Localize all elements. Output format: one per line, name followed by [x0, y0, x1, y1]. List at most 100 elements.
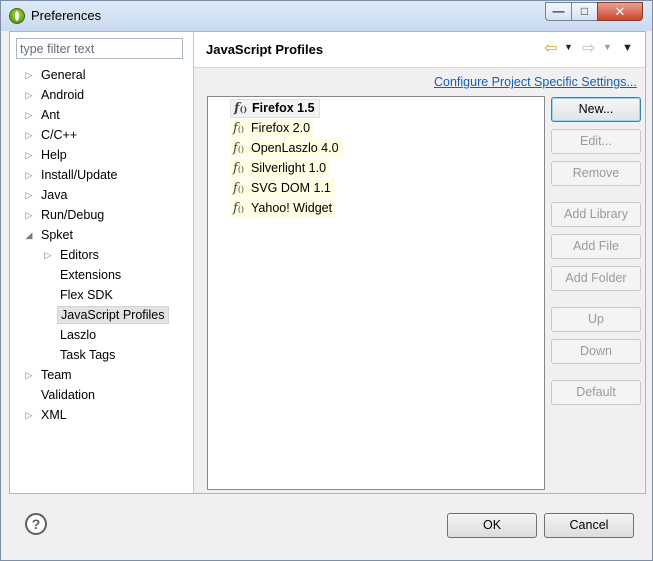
tree-item-label: Editors — [60, 248, 99, 262]
tree-collapsed-icon[interactable]: ▷ — [24, 205, 34, 225]
view-menu-icon[interactable]: ▼ — [622, 42, 633, 54]
profile-name: SVG DOM 1.1 — [251, 181, 331, 195]
remove-button[interactable]: Remove — [551, 161, 641, 186]
tree-collapsed-icon[interactable]: ▷ — [24, 105, 34, 125]
tree-collapsed-icon[interactable]: ▷ — [24, 405, 34, 425]
tree-item-label: General — [41, 68, 86, 82]
edit-button[interactable]: Edit... — [551, 129, 641, 154]
tree-item-label: Spket — [41, 228, 73, 242]
maximize-icon: □ — [580, 4, 589, 18]
tree-collapsed-icon[interactable]: ▷ — [24, 365, 34, 385]
tree-item-c-c[interactable]: ▷ C/C++ — [10, 125, 193, 145]
function-icon: f() — [233, 181, 245, 196]
tree-collapsed-icon[interactable]: ▷ — [24, 65, 34, 85]
add-library-button[interactable]: Add Library — [551, 202, 641, 227]
profile-item[interactable]: f() SVG DOM 1.1 — [230, 179, 335, 198]
tree-item-flex-sdk[interactable]: Flex SDK — [10, 285, 193, 305]
filter-input[interactable] — [16, 38, 183, 59]
tree-item-validation[interactable]: Validation — [10, 385, 193, 405]
tree-item-label: Android — [41, 88, 85, 102]
tree-item-laszlo[interactable]: Laszlo — [10, 325, 193, 345]
minimize-icon: — — [552, 4, 565, 18]
preference-tree-pane: ▷ General ▷ Android ▷ Ant ▷ C/C++ ▷ Help ▷ Install/… — [10, 32, 193, 493]
profile-name: Silverlight 1.0 — [251, 161, 327, 175]
title-bar[interactable]: Preferences — □ ✕ — [1, 1, 652, 31]
tree-item-team[interactable]: ▷ Team — [10, 365, 193, 385]
maximize-button[interactable]: □ — [571, 2, 598, 21]
function-icon: f() — [233, 161, 245, 176]
profile-item[interactable]: f() Firefox 2.0 — [230, 119, 315, 138]
tree-item-general[interactable]: ▷ General — [10, 65, 193, 85]
tree-item-task-tags[interactable]: Task Tags — [10, 345, 193, 365]
tree-item-label: Help — [41, 148, 67, 162]
tree-item-label: Extensions — [60, 268, 122, 282]
profile-item[interactable]: f() Firefox 1.5 — [230, 99, 320, 118]
tree-item-label: Flex SDK — [60, 288, 113, 302]
forward-dropdown-icon[interactable]: ▼ — [603, 42, 612, 52]
tree-collapsed-icon[interactable]: ▷ — [24, 85, 34, 105]
back-dropdown-icon[interactable]: ▼ — [564, 42, 573, 52]
tree-item-label: Team — [41, 368, 72, 382]
tree-item-label: Task Tags — [60, 348, 116, 362]
tree-item-xml[interactable]: ▷ XML — [10, 405, 193, 425]
minimize-button[interactable]: — — [545, 2, 572, 21]
profile-item[interactable]: f() Silverlight 1.0 — [230, 159, 331, 178]
add-file-button[interactable]: Add File — [551, 234, 641, 259]
function-icon: f() — [233, 121, 245, 136]
tree-collapsed-icon[interactable]: ▷ — [43, 245, 53, 265]
down-button[interactable]: Down — [551, 339, 641, 364]
profile-list[interactable]: f() Firefox 1.5 f() Firefox 2.0 f() OpenLaszl… — [207, 96, 545, 490]
tree-expanded-icon[interactable]: ◢ — [24, 225, 34, 245]
tree-item-label: Validation — [41, 388, 95, 402]
function-icon: f() — [233, 201, 245, 216]
default-button[interactable]: Default — [551, 380, 641, 405]
eclipse-app-icon — [9, 8, 25, 24]
close-icon: ✕ — [614, 4, 626, 19]
page-header: JavaScript Profiles ⇦ ▼ ⇨ ▼ ▼ — [194, 32, 645, 68]
tree-item-label: Ant — [41, 108, 60, 122]
tree-item-label: Java — [41, 188, 68, 202]
back-arrow-icon[interactable]: ⇦ — [544, 41, 560, 57]
tree-item-ant[interactable]: ▷ Ant — [10, 105, 193, 125]
window-title: Preferences — [31, 8, 102, 23]
tree-item-extensions[interactable]: Extensions — [10, 265, 193, 285]
close-button[interactable]: ✕ — [597, 2, 643, 21]
profile-name: Firefox 2.0 — [251, 121, 311, 135]
forward-arrow-icon[interactable]: ⇨ — [582, 41, 598, 57]
new-button[interactable]: New... — [551, 97, 641, 122]
ok-button[interactable]: OK — [447, 513, 537, 538]
tree-item-label: Run/Debug — [41, 208, 105, 222]
tree-item-label: JavaScript Profiles — [57, 306, 169, 324]
preference-page: JavaScript Profiles ⇦ ▼ ⇨ ▼ ▼ Configure … — [194, 32, 645, 493]
add-folder-button[interactable]: Add Folder — [551, 266, 641, 291]
tree-item-editors[interactable]: ▷ Editors — [10, 245, 193, 265]
tree-item-label: Laszlo — [60, 328, 97, 342]
up-button[interactable]: Up — [551, 307, 641, 332]
profile-name: OpenLaszlo 4.0 — [251, 141, 339, 155]
tree-collapsed-icon[interactable]: ▷ — [24, 165, 34, 185]
profile-name: Firefox 1.5 — [252, 101, 315, 115]
tree-collapsed-icon[interactable]: ▷ — [24, 145, 34, 165]
function-icon: f() — [234, 101, 248, 116]
tree-item-run-debug[interactable]: ▷ Run/Debug — [10, 205, 193, 225]
help-icon[interactable]: ? — [25, 513, 47, 535]
profile-item[interactable]: f() Yahoo! Widget — [230, 199, 337, 218]
tree-item-spket[interactable]: ◢ Spket — [10, 225, 193, 245]
profile-name: Yahoo! Widget — [251, 201, 333, 215]
configure-project-settings-link[interactable]: Configure Project Specific Settings... — [434, 75, 637, 89]
preferences-window: Preferences — □ ✕ ▷ General ▷ Android ▷ Ant ▷ C… — [0, 0, 653, 561]
tree-item-android[interactable]: ▷ Android — [10, 85, 193, 105]
function-icon: f() — [233, 141, 245, 156]
tree-item-java[interactable]: ▷ Java — [10, 185, 193, 205]
tree-item-help[interactable]: ▷ Help — [10, 145, 193, 165]
tree-item-javascript-profiles[interactable]: JavaScript Profiles — [10, 305, 193, 325]
tree-item-install-update[interactable]: ▷ Install/Update — [10, 165, 193, 185]
tree-item-label: C/C++ — [41, 128, 78, 142]
tree-item-label: XML — [41, 408, 67, 422]
tree-collapsed-icon[interactable]: ▷ — [24, 185, 34, 205]
tree-item-label: Install/Update — [41, 168, 118, 182]
tree-collapsed-icon[interactable]: ▷ — [24, 125, 34, 145]
page-title: JavaScript Profiles — [206, 42, 324, 57]
profile-item[interactable]: f() OpenLaszlo 4.0 — [230, 139, 343, 158]
cancel-button[interactable]: Cancel — [544, 513, 634, 538]
